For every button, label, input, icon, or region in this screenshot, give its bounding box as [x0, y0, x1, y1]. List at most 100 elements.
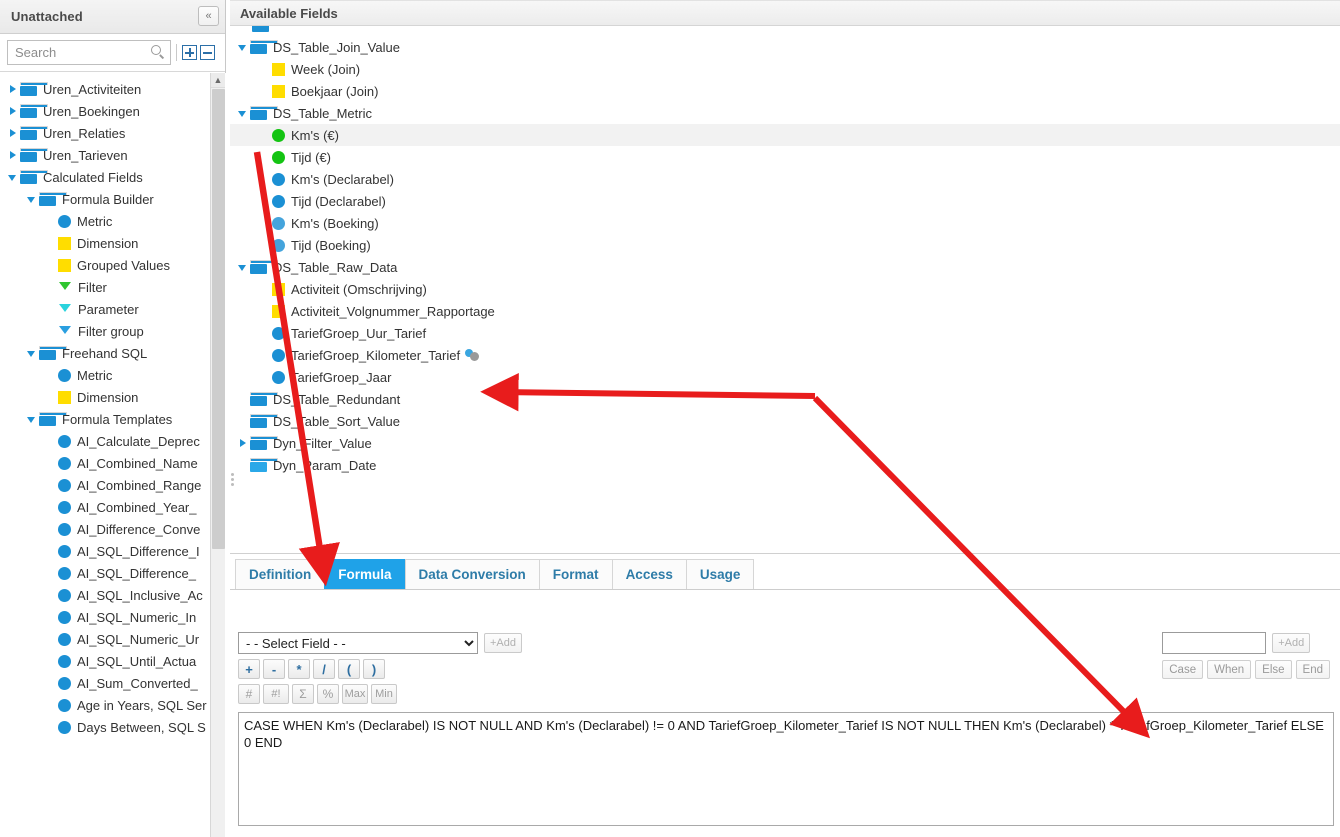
- scroll-up-icon[interactable]: ▲: [211, 73, 225, 88]
- tree-field-row[interactable]: Activiteit_Volgnummer_Rapportage: [230, 300, 1340, 322]
- tree-field-row[interactable]: Parameter: [0, 298, 226, 320]
- available-fields-tree[interactable]: DS_Table_Join_Value Week (Join) Boekjaar (…: [230, 26, 1340, 554]
- tree-folder-row[interactable]: DS_Table_Raw_Data: [230, 256, 1340, 278]
- tree-field-row[interactable]: Metric: [0, 364, 226, 386]
- tab-definition[interactable]: Definition: [235, 559, 325, 589]
- add-field-button[interactable]: +Add: [484, 633, 522, 653]
- formula-textarea[interactable]: [238, 712, 1334, 826]
- double-chevron-left-icon[interactable]: «: [198, 6, 219, 26]
- chevron-down-icon[interactable]: [6, 166, 20, 188]
- tree-folder-row[interactable]: Uren_Tarieven: [0, 144, 226, 166]
- unattached-tree-scrollbar[interactable]: ▲: [210, 73, 225, 837]
- tree-folder-row[interactable]: DS_Table_Sort_Value: [230, 410, 1340, 432]
- tree-field-row[interactable]: TariefGroep_Kilometer_Tarief: [230, 344, 1340, 366]
- tree-folder-row[interactable]: Uren_Boekingen: [0, 100, 226, 122]
- tree-field-row[interactable]: Km's (Boeking): [230, 212, 1340, 234]
- tab-format[interactable]: Format: [539, 559, 613, 589]
- tree-folder-row[interactable]: Uren_Activiteiten: [0, 78, 226, 100]
- tree-folder-row[interactable]: DS_Table_Join_Value: [230, 36, 1340, 58]
- keyword-button-when[interactable]: When: [1207, 660, 1251, 679]
- tab-usage[interactable]: Usage: [686, 559, 755, 589]
- tree-field-row[interactable]: AI_SQL_Difference_: [0, 562, 226, 584]
- tree-field-row[interactable]: AI_Sum_Converted_: [0, 672, 226, 694]
- tree-field-row[interactable]: Grouped Values: [0, 254, 226, 276]
- tree-folder-row[interactable]: Freehand SQL: [0, 342, 226, 364]
- tree-field-row[interactable]: AI_SQL_Until_Actua: [0, 650, 226, 672]
- tree-folder-row[interactable]: Uren_Relaties: [0, 122, 226, 144]
- scrollbar-thumb[interactable]: [212, 89, 225, 549]
- function-button[interactable]: Min: [371, 684, 397, 704]
- tree-field-row[interactable]: Age in Years, SQL Ser: [0, 694, 226, 716]
- function-button[interactable]: #: [238, 684, 260, 704]
- tree-field-row[interactable]: TariefGroep_Jaar: [230, 366, 1340, 388]
- tree-field-row[interactable]: TariefGroep_Uur_Tarief: [230, 322, 1340, 344]
- operator-button[interactable]: -: [263, 659, 285, 679]
- unattached-tree[interactable]: Uren_Activiteiten Uren_Boekingen Uren_Rela…: [0, 73, 226, 837]
- operator-button[interactable]: +: [238, 659, 260, 679]
- tree-field-row[interactable]: Dimension: [0, 386, 226, 408]
- search-box[interactable]: [7, 40, 171, 65]
- tree-field-row[interactable]: Metric: [0, 210, 226, 232]
- add-parameter-button[interactable]: +Add: [1272, 633, 1310, 653]
- tree-field-row[interactable]: Activiteit (Omschrijving): [230, 278, 1340, 300]
- tree-field-row[interactable]: AI_SQL_Numeric_Ur: [0, 628, 226, 650]
- chevron-down-icon[interactable]: [236, 36, 250, 58]
- tree-folder-row[interactable]: Formula Templates: [0, 408, 226, 430]
- tree-field-row[interactable]: AI_SQL_Numeric_In: [0, 606, 226, 628]
- chevron-right-icon[interactable]: [6, 144, 20, 166]
- operator-button[interactable]: /: [313, 659, 335, 679]
- keyword-button-end[interactable]: End: [1296, 660, 1330, 679]
- select-field-dropdown[interactable]: - - Select Field - -: [238, 632, 478, 654]
- tree-field-row[interactable]: Tijd (Boeking): [230, 234, 1340, 256]
- tree-folder-row[interactable]: DS_Table_Metric: [230, 102, 1340, 124]
- keyword-button-else[interactable]: Else: [1255, 660, 1291, 679]
- tree-field-row[interactable]: Filter group: [0, 320, 226, 342]
- tree-field-row[interactable]: Tijd (Declarabel): [230, 190, 1340, 212]
- parameter-input[interactable]: [1162, 632, 1266, 654]
- chevron-down-icon[interactable]: [236, 256, 250, 278]
- tree-field-row[interactable]: Dimension: [0, 232, 226, 254]
- panel-splitter-handle[interactable]: [230, 471, 235, 493]
- chevron-down-icon[interactable]: [25, 408, 39, 430]
- tree-field-row[interactable]: AI_Combined_Range: [0, 474, 226, 496]
- operator-button[interactable]: (: [338, 659, 360, 679]
- tab-access[interactable]: Access: [612, 559, 687, 589]
- expand-all-icon[interactable]: [182, 45, 197, 60]
- tree-field-row[interactable]: AI_Combined_Year_: [0, 496, 226, 518]
- function-button[interactable]: #!: [263, 684, 289, 704]
- operator-button[interactable]: ): [363, 659, 385, 679]
- keyword-button-case[interactable]: Case: [1162, 660, 1203, 679]
- gear-icon[interactable]: [465, 348, 480, 362]
- tree-field-row[interactable]: Days Between, SQL S: [0, 716, 226, 738]
- search-input[interactable]: [8, 41, 170, 64]
- tree-field-row[interactable]: Km's (€): [230, 124, 1340, 146]
- chevron-right-icon[interactable]: [6, 100, 20, 122]
- chevron-down-icon[interactable]: [25, 188, 39, 210]
- tree-folder-row[interactable]: Dyn_Filter_Value: [230, 432, 1340, 454]
- collapse-all-icon[interactable]: [200, 45, 215, 60]
- tree-field-row[interactable]: Km's (Declarabel): [230, 168, 1340, 190]
- tree-field-row[interactable]: AI_Calculate_Deprec: [0, 430, 226, 452]
- chevron-down-icon[interactable]: [236, 102, 250, 124]
- tree-folder-row[interactable]: Dyn_Param_Date: [230, 454, 1340, 476]
- function-button[interactable]: Σ: [292, 684, 314, 704]
- tree-field-row[interactable]: Filter: [0, 276, 226, 298]
- chevron-right-icon[interactable]: [6, 78, 20, 100]
- chevron-down-icon[interactable]: [25, 342, 39, 364]
- tree-field-row[interactable]: Boekjaar (Join): [230, 80, 1340, 102]
- tree-field-row[interactable]: AI_SQL_Inclusive_Ac: [0, 584, 226, 606]
- tab-data-conversion[interactable]: Data Conversion: [405, 559, 540, 589]
- tree-folder-row[interactable]: Calculated Fields: [0, 166, 226, 188]
- tree-field-row[interactable]: AI_Difference_Conve: [0, 518, 226, 540]
- tree-field-row[interactable]: Tijd (€): [230, 146, 1340, 168]
- tree-field-row[interactable]: AI_Combined_Name: [0, 452, 226, 474]
- function-button[interactable]: %: [317, 684, 339, 704]
- search-icon[interactable]: [151, 45, 164, 58]
- function-button[interactable]: Max: [342, 684, 368, 704]
- tree-field-row[interactable]: AI_SQL_Difference_I: [0, 540, 226, 562]
- chevron-right-icon[interactable]: [236, 432, 250, 454]
- operator-button[interactable]: *: [288, 659, 310, 679]
- tab-formula[interactable]: Formula: [324, 559, 405, 589]
- tree-folder-row[interactable]: DS_Table_Redundant: [230, 388, 1340, 410]
- tree-field-row[interactable]: Week (Join): [230, 58, 1340, 80]
